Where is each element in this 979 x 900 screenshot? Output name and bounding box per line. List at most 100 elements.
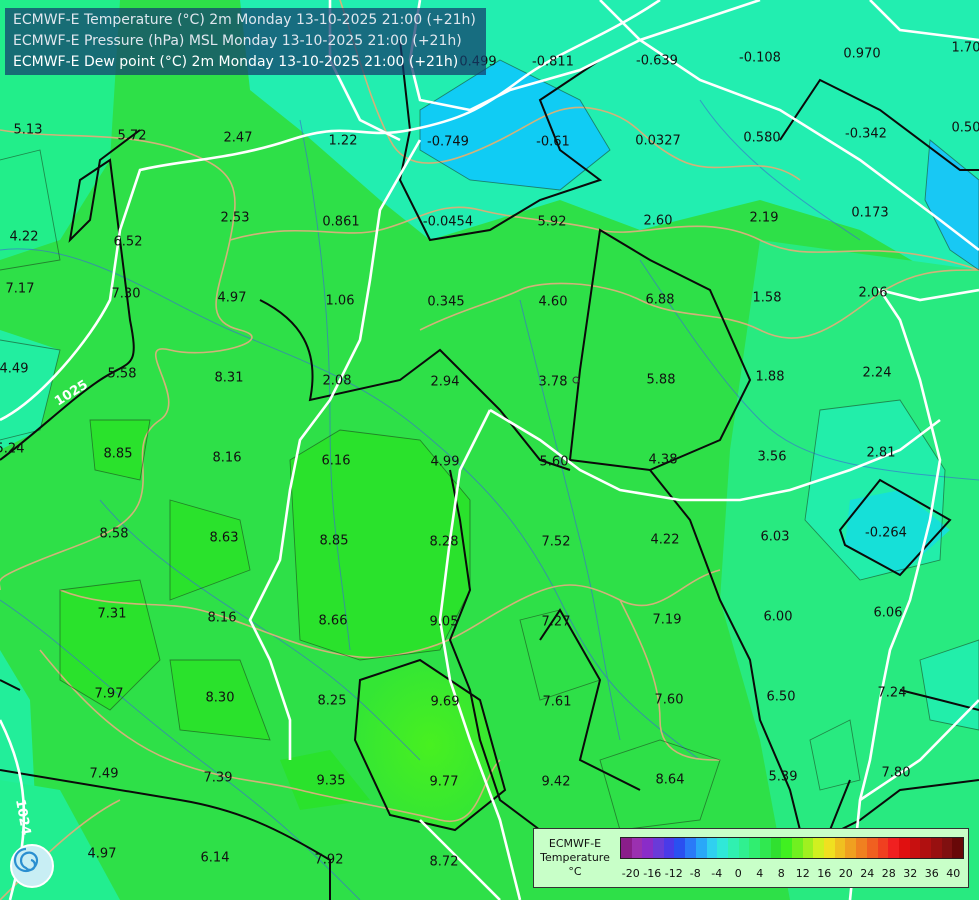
temperature-value: 5.72 xyxy=(117,128,147,144)
temperature-value: 7.49 xyxy=(89,766,119,782)
legend-tick-label: -16 xyxy=(643,867,662,880)
legend-color-swatch xyxy=(759,838,771,858)
legend-color-swatch xyxy=(802,838,814,858)
legend-tick-label: -20 xyxy=(621,867,640,880)
temperature-value: 0.0327 xyxy=(635,133,681,149)
legend-title: ECMWF-E Temperature °C xyxy=(538,837,612,879)
temperature-value: 8.72 xyxy=(429,854,459,870)
temperature-value: 7.61 xyxy=(542,694,572,710)
legend-color-swatch xyxy=(941,838,953,858)
temperature-value: 8.66 xyxy=(318,613,348,629)
legend-tick-label: -8 xyxy=(689,867,701,880)
temperature-value: -0.342 xyxy=(845,126,887,142)
legend-tick-label: 0 xyxy=(734,867,742,880)
temperature-value: 1.58 xyxy=(752,290,782,306)
temperature-value: 2.60 xyxy=(643,213,673,229)
map-header: ECMWF-E Temperature (°C) 2m Monday 13-10… xyxy=(5,8,486,75)
temperature-value: 4.38 xyxy=(648,452,678,468)
legend-color-swatch xyxy=(642,838,654,858)
temperature-value: 1.06 xyxy=(325,293,355,309)
legend-color-swatch xyxy=(930,838,942,858)
temperature-value: 4.97 xyxy=(87,846,117,862)
temperature-value: 8.25 xyxy=(317,693,347,709)
temperature-value: 9.42 xyxy=(541,774,571,790)
temperature-value: 5.13 xyxy=(13,122,43,138)
temperature-value: 3.56 xyxy=(757,449,787,465)
legend-color-swatch xyxy=(920,838,931,858)
legend-color-swatch xyxy=(674,838,686,858)
temperature-value: 7.17 xyxy=(5,281,35,297)
legend-color-swatch xyxy=(866,838,878,858)
legend-tick-label: 8 xyxy=(777,867,785,880)
temperature-value: 4.22 xyxy=(650,532,680,548)
temperature-value: 4.60 xyxy=(538,294,568,310)
temperature-value: 5.24 xyxy=(0,441,25,457)
temperature-value: 7.19 xyxy=(652,612,682,628)
temperature-value: 8.28 xyxy=(429,534,459,550)
temperature-value: 6.52 xyxy=(113,234,143,250)
temperature-value: 8.30 xyxy=(205,690,235,706)
temperature-legend: ECMWF-E Temperature °C -20 -16 -12 -8 -4 0 4 8 1… xyxy=(533,828,969,888)
temperature-value: 5.92 xyxy=(537,214,567,230)
temperature-value: 0.970 xyxy=(843,46,881,62)
temperature-value: 4.97 xyxy=(217,290,247,306)
temperature-value: 9.35 xyxy=(316,773,346,789)
temperature-value: 5.39 xyxy=(768,769,798,785)
legend-tick-label: 16 xyxy=(817,867,832,880)
temperature-value: 6.50 xyxy=(766,689,796,705)
legend-tick-label: 24 xyxy=(860,867,875,880)
legend-color-swatch xyxy=(727,838,739,858)
legend-tick-label: -12 xyxy=(664,867,683,880)
legend-color-swatch xyxy=(621,838,632,858)
temperature-value: 7.27 xyxy=(541,614,571,630)
legend-color-swatch xyxy=(685,838,696,858)
temperature-value: 7.24 xyxy=(877,685,907,701)
temperature-value: 2.08 xyxy=(322,373,352,389)
legend-color-swatch xyxy=(663,838,675,858)
temperature-value: 7.31 xyxy=(97,606,127,622)
legend-tick-label: 32 xyxy=(903,867,918,880)
temperature-value: 2.81 xyxy=(866,445,896,461)
temperature-value: 8.85 xyxy=(103,446,133,462)
temperature-value: 7.30 xyxy=(111,286,141,302)
temperature-value: 8.58 xyxy=(99,526,129,542)
legend-color-swatch xyxy=(898,838,910,858)
temperature-value: -0.61 xyxy=(536,134,570,150)
temperature-value: 2.94 xyxy=(430,374,460,390)
legend-color-swatch xyxy=(781,838,792,858)
temperature-value: 6.88 xyxy=(645,292,675,308)
temperature-value: -0.811 xyxy=(532,54,574,70)
temperature-value: 5.88 xyxy=(646,372,676,388)
temperature-value: 7.52 xyxy=(541,534,571,550)
temperature-value: 8.85 xyxy=(319,533,349,549)
temperature-value: 8.16 xyxy=(212,450,242,466)
legend-color-swatch xyxy=(749,838,760,858)
temperature-value: 5.58 xyxy=(107,366,137,382)
legend-color-swatch xyxy=(695,838,707,858)
legend-color-swatch xyxy=(909,838,921,858)
legend-ticks: -20 -16 -12 -8 -4 0 4 8 12 16 20 24 28 32 36 40 xyxy=(620,867,964,881)
temperature-value: 6.06 xyxy=(873,605,903,621)
legend-tick-label: 28 xyxy=(881,867,896,880)
temperature-value: 8.31 xyxy=(214,370,244,386)
temperature-value: 1.70 xyxy=(951,40,979,56)
header-line-temperature: ECMWF-E Temperature (°C) 2m Monday 13-10… xyxy=(13,12,476,28)
weather-map: 1025 1024 0.499-0.811-0.639-0.1080.9701.… xyxy=(0,0,979,900)
legend-color-swatch xyxy=(834,838,846,858)
temperature-field: 1025 1024 xyxy=(0,0,979,900)
legend-color-swatch xyxy=(717,838,728,858)
temperature-value: 9.69 xyxy=(430,694,460,710)
legend-color-swatch xyxy=(706,838,718,858)
temperature-value: 6.00 xyxy=(763,609,793,625)
temperature-value: 2.06 xyxy=(858,285,888,301)
temperature-value: 4.99 xyxy=(430,454,460,470)
temperature-value: 7.80 xyxy=(881,765,911,781)
swirl-icon xyxy=(13,847,39,873)
temperature-value: 7.39 xyxy=(203,770,233,786)
legend-tick-label: -4 xyxy=(711,867,723,880)
temperature-value: 0.173 xyxy=(851,205,889,221)
temperature-value: 2.24 xyxy=(862,365,892,381)
legend-color-swatch xyxy=(738,838,750,858)
temperature-value: 7.60 xyxy=(654,692,684,708)
temperature-value: 8.16 xyxy=(207,610,237,626)
